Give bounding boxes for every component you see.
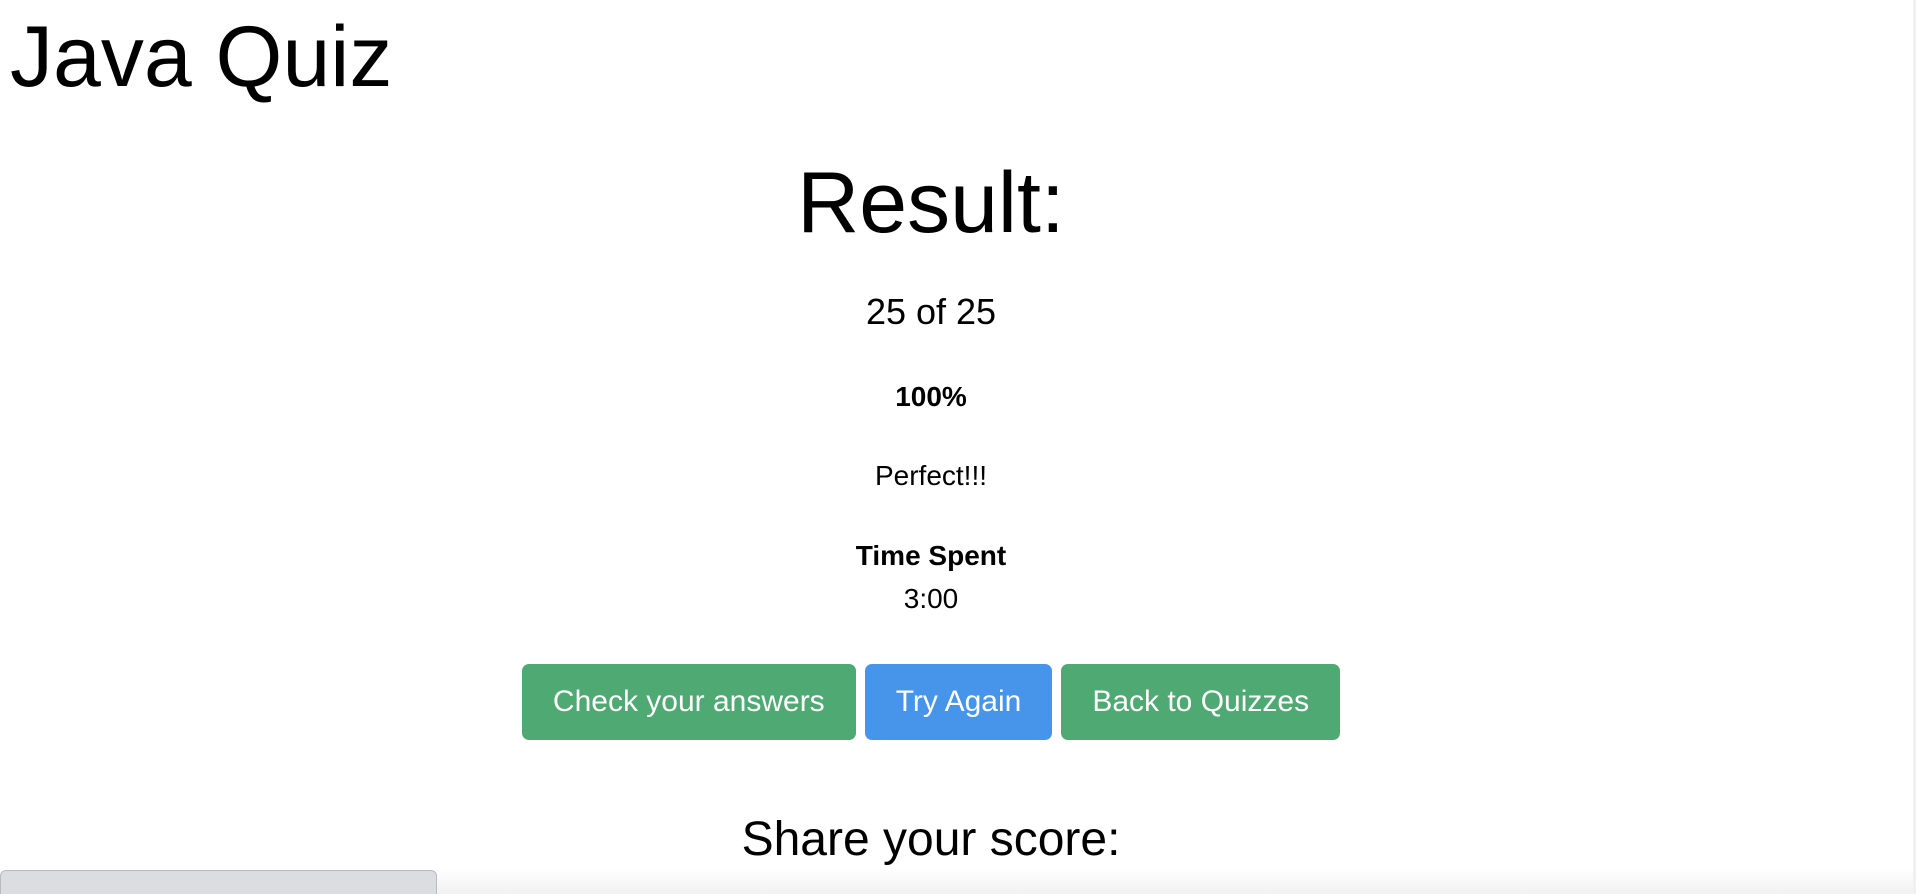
back-to-quizzes-button[interactable]: Back to Quizzes xyxy=(1061,664,1341,740)
share-heading: Share your score: xyxy=(741,813,1121,866)
download-bar[interactable] xyxy=(0,870,437,894)
time-spent-value: 3:00 xyxy=(903,583,959,614)
time-spent-label: Time Spent xyxy=(855,540,1007,571)
percent-text: 100% xyxy=(895,381,967,412)
score-text: 25 of 25 xyxy=(865,291,997,332)
result-heading: Result: xyxy=(797,155,1065,251)
action-buttons: Check your answers Try Again Back to Qui… xyxy=(0,664,1862,740)
site-title: Java Quiz xyxy=(10,9,393,105)
check-answers-button[interactable]: Check your answers xyxy=(521,664,856,740)
result-panel: Result: 25 of 25 100% Perfect!!! Time Sp… xyxy=(0,160,1862,613)
quiz-result-page: Java Quiz Result: 25 of 25 100% Perfect!… xyxy=(0,0,1916,894)
result-message: Perfect!!! xyxy=(874,460,988,491)
try-again-button[interactable]: Try Again xyxy=(864,664,1053,740)
